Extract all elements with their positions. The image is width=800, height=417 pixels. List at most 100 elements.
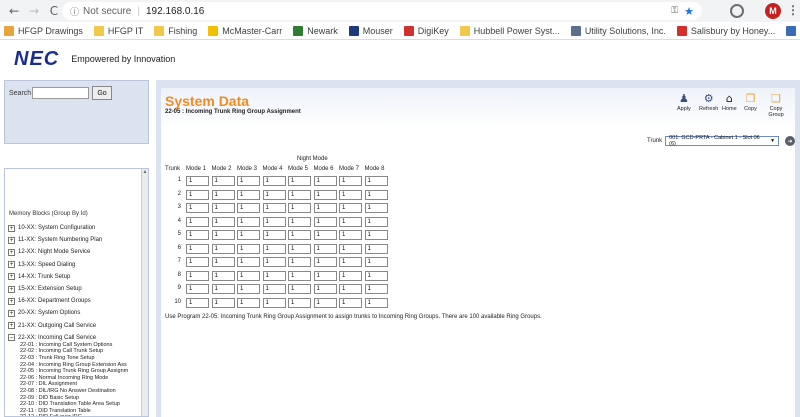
ring-group-input[interactable]: 1: [364, 203, 388, 213]
ring-group-input[interactable]: 1: [262, 203, 286, 213]
expand-icon[interactable]: +: [8, 224, 15, 232]
ring-group-input[interactable]: 1: [211, 270, 235, 281]
ring-group-input[interactable]: 1: [339, 297, 362, 308]
tree-group[interactable]: +10-XX: System Configuration: [8, 223, 95, 233]
ring-group-input[interactable]: 1: [186, 203, 209, 213]
ring-group-input[interactable]: 1: [262, 284, 286, 294]
collapse-icon[interactable]: −: [8, 334, 15, 342]
url-text[interactable]: 192.168.0.16: [146, 6, 204, 17]
ring-group-input[interactable]: 1: [237, 257, 260, 267]
ring-group-input[interactable]: 1: [237, 230, 260, 240]
tree-subitem[interactable]: 22-03 : Trunk Ring Tone Setup: [20, 355, 95, 361]
ring-group-input[interactable]: 1: [339, 203, 362, 213]
tree-subitem[interactable]: 22-01 : Incoming Call System Options: [20, 342, 112, 348]
ring-group-input[interactable]: 1: [364, 257, 388, 267]
ring-group-input[interactable]: 1: [364, 243, 388, 254]
ring-group-input[interactable]: 1: [211, 230, 235, 240]
tree-subitem[interactable]: 22-07 : DIL Assignment: [20, 381, 77, 387]
menu-icon[interactable]: ⋮: [787, 3, 799, 17]
ring-group-input[interactable]: 1: [339, 230, 362, 240]
ring-group-input[interactable]: 1: [313, 257, 337, 267]
ring-group-input[interactable]: 1: [237, 270, 260, 281]
tree-group[interactable]: +11-XX: System Numbering Plan: [8, 235, 102, 245]
search-input[interactable]: [32, 87, 89, 99]
refresh-button[interactable]: ⚙ Refresh: [699, 92, 718, 112]
ring-group-input[interactable]: 1: [186, 270, 209, 281]
reload-button[interactable]: C: [46, 3, 62, 19]
ring-group-input[interactable]: 1: [211, 243, 235, 254]
ring-group-input[interactable]: 1: [262, 176, 286, 186]
tree-subitem[interactable]: 22-10 : DID Translation Table Area Setup: [20, 401, 120, 407]
go-button[interactable]: Go: [92, 86, 112, 100]
ring-group-input[interactable]: 1: [288, 270, 311, 281]
ring-group-input[interactable]: 1: [288, 176, 311, 186]
ring-group-input[interactable]: 1: [339, 189, 362, 200]
forward-button[interactable]: →: [26, 3, 42, 19]
ring-group-input[interactable]: 1: [262, 257, 286, 267]
tree-group[interactable]: +12-XX: Night Mode Service: [8, 247, 90, 257]
bookmark-item[interactable]: Fishing: [154, 25, 197, 36]
ring-group-input[interactable]: 1: [186, 189, 209, 200]
ring-group-input[interactable]: 1: [288, 284, 311, 294]
ring-group-input[interactable]: 1: [313, 176, 337, 186]
ring-group-input[interactable]: 1: [339, 216, 362, 227]
ring-group-input[interactable]: 1: [313, 297, 337, 308]
ring-group-input[interactable]: 1: [364, 297, 388, 308]
ring-group-input[interactable]: 1: [237, 176, 260, 186]
ring-group-input[interactable]: 1: [262, 243, 286, 254]
ring-group-input[interactable]: 1: [288, 189, 311, 200]
ring-group-input[interactable]: 1: [313, 230, 337, 240]
tree-group[interactable]: +13-XX: Speed Dialing: [8, 260, 75, 270]
expand-icon[interactable]: +: [8, 236, 15, 244]
ring-group-input[interactable]: 1: [186, 297, 209, 308]
tree-subitem[interactable]: 22-04 : Incoming Ring Group Extension As…: [20, 362, 127, 368]
expand-icon[interactable]: +: [8, 261, 15, 269]
expand-icon[interactable]: +: [8, 322, 15, 330]
ring-group-input[interactable]: 1: [186, 176, 209, 186]
ring-group-input[interactable]: 1: [364, 176, 388, 186]
bookmark-item[interactable]: Hubbell Power Syst...: [459, 25, 560, 36]
ring-group-input[interactable]: 1: [186, 216, 209, 227]
ring-group-input[interactable]: 1: [364, 189, 388, 200]
bookmark-item[interactable]: HFGP Drawings: [4, 25, 83, 36]
apply-button[interactable]: ♟ Apply: [677, 92, 691, 112]
ring-group-input[interactable]: 1: [288, 230, 311, 240]
address-bar[interactable]: ⓘ Not secure | 192.168.0.16 ⚿ ★: [62, 2, 702, 20]
ring-group-input[interactable]: 1: [313, 243, 337, 254]
back-button[interactable]: ←: [6, 3, 22, 19]
ring-group-input[interactable]: 1: [211, 284, 235, 294]
ring-group-input[interactable]: 1: [262, 189, 286, 200]
ring-group-input[interactable]: 1: [237, 243, 260, 254]
extension-icon[interactable]: [730, 4, 744, 18]
ring-group-input[interactable]: 1: [288, 243, 311, 254]
ring-group-input[interactable]: 1: [186, 284, 209, 294]
expand-icon[interactable]: +: [8, 273, 15, 281]
ring-group-input[interactable]: 1: [339, 270, 362, 281]
ring-group-input[interactable]: 1: [339, 257, 362, 267]
tree-group[interactable]: +15-XX: Extension Setup: [8, 284, 82, 294]
ring-group-input[interactable]: 1: [237, 189, 260, 200]
scroll-up-icon[interactable]: ▲: [142, 169, 148, 176]
ring-group-input[interactable]: 1: [237, 203, 260, 213]
key-icon[interactable]: ⚿: [671, 6, 678, 16]
ring-group-input[interactable]: 1: [339, 284, 362, 294]
info-icon[interactable]: ⓘ: [70, 5, 79, 18]
ring-group-input[interactable]: 1: [313, 189, 337, 200]
ring-group-input[interactable]: 1: [211, 203, 235, 213]
ring-group-input[interactable]: 1: [288, 257, 311, 267]
tree-group[interactable]: +14-XX: Trunk Setup: [8, 272, 70, 282]
ring-group-input[interactable]: 1: [339, 176, 362, 186]
ring-group-input[interactable]: 1: [364, 230, 388, 240]
ring-group-input[interactable]: 1: [313, 270, 337, 281]
ring-group-input[interactable]: 1: [211, 189, 235, 200]
tree-subitem[interactable]: 22-06 : Normal Incoming Ring Mode: [20, 375, 108, 381]
ring-group-input[interactable]: 1: [237, 216, 260, 227]
bookmark-item[interactable]: Utility Solutions, Inc.: [570, 25, 666, 36]
ring-group-input[interactable]: 1: [237, 297, 260, 308]
trunk-go-icon[interactable]: ➜: [785, 136, 795, 146]
ring-group-input[interactable]: 1: [262, 216, 286, 227]
star-icon[interactable]: ★: [684, 5, 694, 18]
ring-group-input[interactable]: 1: [186, 243, 209, 254]
ring-group-input[interactable]: 1: [364, 284, 388, 294]
tree-subitem[interactable]: 22-02 : Incoming Call Trunk Setup: [20, 348, 103, 354]
